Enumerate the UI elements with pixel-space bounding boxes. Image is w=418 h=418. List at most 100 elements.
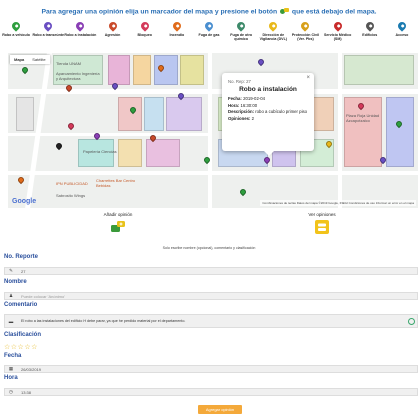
legend-item: Edificios (354, 20, 386, 50)
map-block (166, 97, 202, 131)
map-block (118, 139, 142, 167)
user-icon: ♟ (8, 293, 14, 298)
report-marker[interactable] (20, 65, 30, 75)
map-type-map-button[interactable]: Mapa (10, 55, 28, 64)
report-marker[interactable] (54, 141, 64, 151)
map-place-label[interactable]: Charrettes Bar Centro Bebidas (96, 178, 136, 188)
legend-label: Edificios (362, 33, 378, 37)
add-opinion-label: Añadir opinión (103, 212, 133, 217)
legend-label: Bloqueo (137, 33, 152, 37)
name-field[interactable]: ♟ Puede colocar 'Anónimo' (4, 292, 418, 300)
legend-label: Robo a instalación (64, 33, 97, 37)
legend-label: Robo a vehículo (2, 33, 30, 37)
map-marker-icon (42, 20, 54, 32)
legend-label: Protección Civil (Ver. Pbs) (291, 33, 320, 42)
time-label: Hora (4, 375, 18, 381)
add-opinion-icon (280, 8, 290, 15)
legend-item: Fuga de otro químico (225, 20, 257, 50)
report-marker[interactable] (256, 57, 266, 67)
report-opinions-count: 2 (251, 115, 255, 121)
comment-label: Comentario (4, 302, 38, 308)
map-place-label[interactable]: Sabrosito Wings (56, 193, 85, 198)
form-instructions: Solo escribe nombre (opcional), comentar… (162, 246, 256, 250)
date-field: ▦ 26/03/2019 (4, 365, 418, 373)
legend-label: Dirección de Vigilancia (DVL) (259, 33, 287, 42)
map-block (146, 139, 180, 167)
map-block (133, 55, 151, 85)
legend-label: Robo a transeúnte (32, 33, 65, 37)
report-marker[interactable] (16, 175, 26, 185)
map-marker-icon (203, 20, 215, 32)
map-block (180, 55, 204, 85)
map-marker-icon (235, 20, 247, 32)
map-marker-icon (396, 20, 408, 32)
map[interactable]: Mapa Satélite Tienda UNAM Aparcamiento I… (8, 53, 418, 208)
clock-icon: ◷ (9, 389, 13, 394)
legend-item: Dirección de Vigilancia (DVL) (257, 20, 289, 50)
report-number-field: ✎ 27 (4, 267, 418, 275)
grammar-check-icon[interactable] (408, 317, 415, 325)
road (338, 53, 342, 208)
banner-text-end: que está debajo del mapa. (291, 8, 377, 16)
view-opinions-label: Ver opiniones (308, 212, 336, 217)
comment-field[interactable]: ▬ El robo a las instalaciones del edific… (4, 314, 418, 328)
report-time: 16:30:00 (240, 103, 258, 108)
map-block (344, 55, 414, 85)
report-description-row: Descripción: robo a cubículo primer piso (228, 109, 308, 115)
name-input[interactable]: Puede colocar 'Anónimo' (17, 294, 65, 299)
report-date-label: Fecha: (228, 96, 242, 101)
time-value: 13:38 (21, 389, 32, 395)
marker-legend: Robo a vehículo Robo a transeúnte Robo a i… (0, 20, 418, 50)
comments-icon[interactable] (315, 220, 329, 234)
legend-label: Fuga de otro químico (230, 33, 253, 42)
add-opinion-button[interactable]: Añadir opinión (78, 212, 158, 234)
map-marker-icon (139, 20, 151, 32)
comment-icon: ▬ (8, 318, 14, 324)
map-place-label[interactable]: Aparcamiento Ingeniería y Arquitectura (56, 71, 102, 81)
add-comment-icon[interactable] (111, 220, 125, 234)
map-block (16, 97, 34, 131)
legend-label: Servicio Médico (SM) (323, 33, 352, 42)
report-date-row: Fecha: 2019-02-04 (228, 95, 308, 102)
map-attribution[interactable]: Combinaciones de teclas Datos del mapa ©… (260, 200, 416, 206)
legend-item: Robo a instalación (64, 20, 96, 50)
report-marker[interactable] (238, 187, 248, 197)
map-block (386, 97, 414, 167)
instruction-banner: Para agregar una opinión elija un marcad… (0, 8, 418, 15)
legend-item: Agresión (96, 20, 128, 50)
submit-opinion-button[interactable]: Agregar opinión (198, 405, 242, 414)
legend-label: Fuga de gas (198, 33, 220, 37)
map-block (108, 55, 130, 85)
name-label: Nombre (4, 279, 27, 285)
legend-item: Acceso (386, 20, 418, 50)
report-number: No. Rep: 27 (228, 79, 251, 84)
map-place-label[interactable]: Plaza Roja Unidad Azcapotzalco (346, 113, 382, 123)
date-value: 26/03/2019 (21, 366, 42, 372)
time-field: ◷ 13:38 (4, 388, 418, 396)
map-type-control[interactable]: Mapa Satélite (10, 55, 50, 64)
map-type-satellite-button[interactable]: Satélite (28, 55, 49, 64)
legend-item: Bloqueo (129, 20, 161, 50)
map-marker-icon (364, 20, 376, 32)
banner-text-start: Para agregar una opinión elija un marcad… (41, 8, 278, 16)
comment-input[interactable]: El robo a las instalaciones del edificio… (17, 319, 408, 323)
star-rating[interactable]: ☆☆☆☆☆ (4, 343, 38, 351)
pencil-icon: ✎ (9, 268, 13, 273)
map-place-label[interactable]: Tienda UNAM (56, 61, 81, 66)
view-opinions-button[interactable]: Ver opiniones (282, 212, 362, 234)
map-block (144, 97, 164, 131)
map-place-label[interactable]: Papelería Ciencias (83, 149, 117, 154)
close-icon[interactable]: × (306, 75, 310, 82)
rating-label: Clasificación (4, 332, 42, 338)
google-logo: Google (12, 198, 37, 205)
report-opinions-row: Opiniones: 2 (228, 115, 308, 122)
report-info-window: × No. Rep: 27 Robo a instalación Fecha: … (222, 73, 314, 156)
map-marker-icon (74, 20, 87, 32)
map-place-label[interactable]: IPN PUBLICIDAD (56, 181, 88, 186)
report-marker[interactable] (66, 121, 76, 131)
report-date: 2019-02-04 (243, 96, 266, 101)
road (8, 171, 418, 175)
map-marker-icon (299, 20, 312, 32)
map-block (118, 97, 142, 131)
report-number-value: 27 (21, 268, 26, 274)
